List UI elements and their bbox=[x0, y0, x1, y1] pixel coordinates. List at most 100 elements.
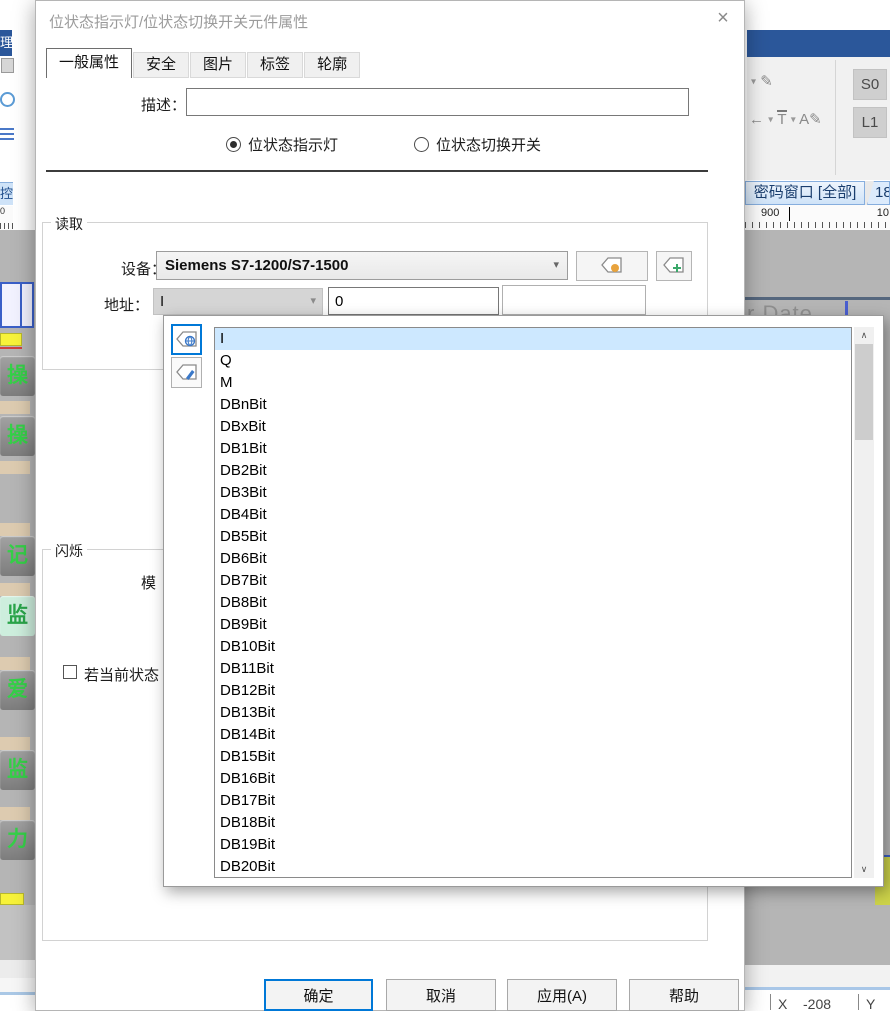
statusbar-fragment bbox=[745, 965, 890, 987]
read-groupbox-title: 读取 bbox=[51, 214, 87, 234]
cancel-button[interactable]: 取消 bbox=[386, 979, 496, 1011]
address-type-option[interactable]: DB18Bit bbox=[215, 812, 851, 834]
canvas-sliver bbox=[884, 315, 890, 887]
chevron-down-icon[interactable]: ▾ bbox=[791, 115, 796, 126]
address-type-option[interactable]: I bbox=[215, 328, 851, 350]
divider bbox=[0, 401, 30, 414]
hmi-button-fragment[interactable]: 监 bbox=[0, 750, 35, 790]
close-icon[interactable]: × bbox=[708, 3, 738, 33]
address-type-option[interactable]: DB3Bit bbox=[215, 482, 851, 504]
tab-security[interactable]: 安全 bbox=[133, 52, 189, 78]
help-button[interactable]: 帮助 bbox=[629, 979, 739, 1011]
address-type-option[interactable]: DB20Bit bbox=[215, 856, 851, 878]
ok-button[interactable]: 确定 bbox=[264, 979, 373, 1011]
radio-bit-switch[interactable]: 位状态切换开关 bbox=[414, 134, 541, 155]
address-type-option[interactable]: DB12Bit bbox=[215, 680, 851, 702]
scroll-down-icon[interactable]: ∨ bbox=[854, 861, 874, 878]
top-align-icon[interactable]: T bbox=[777, 110, 786, 126]
scroll-up-icon[interactable]: ∧ bbox=[854, 327, 874, 344]
apply-button[interactable]: 应用(A) bbox=[507, 979, 617, 1011]
tag-add-button[interactable] bbox=[656, 251, 692, 281]
address-type-option[interactable]: DB10Bit bbox=[215, 636, 851, 658]
state-s0-button[interactable]: S0 bbox=[853, 69, 887, 100]
address-type-option-label: DB20Bit bbox=[220, 858, 275, 875]
tag-edit-button[interactable] bbox=[171, 357, 202, 388]
address-type-option[interactable]: DB9Bit bbox=[215, 614, 851, 636]
font-edit-icon[interactable]: A bbox=[799, 111, 809, 128]
chevron-down-icon[interactable]: ▾ bbox=[310, 289, 316, 314]
address-type-option-label: DBxBit bbox=[220, 418, 266, 435]
ruler-ticks bbox=[745, 222, 890, 228]
toolbar-row-2: ← ▾ T ▾ A✎ bbox=[749, 110, 822, 128]
address-type-combobox[interactable]: I ▾ bbox=[153, 288, 323, 315]
address-type-option[interactable]: DB11Bit bbox=[215, 658, 851, 680]
tab-general[interactable]: 一般属性 bbox=[46, 48, 132, 78]
tab-fragment[interactable]: 控 bbox=[0, 182, 13, 205]
background-left-strip: 理 控 0 操 操 记 监 爱 监 力 bbox=[0, 0, 35, 1011]
address-type-option[interactable]: DB15Bit bbox=[215, 746, 851, 768]
yellow-shape-fragment bbox=[0, 893, 24, 905]
address-type-list[interactable]: IQMDBnBitDBxBitDB1BitDB2BitDB3BitDB4BitD… bbox=[214, 327, 852, 878]
language-l1-button[interactable]: L1 bbox=[853, 107, 887, 138]
address-type-option[interactable]: DB4Bit bbox=[215, 504, 851, 526]
address-extra-field[interactable] bbox=[502, 285, 646, 315]
device-combobox[interactable]: Siemens S7-1200/S7-1500 ▾ bbox=[156, 251, 568, 280]
address-type-option[interactable]: DB16Bit bbox=[215, 768, 851, 790]
address-type-option[interactable]: Q bbox=[215, 350, 851, 372]
toolbar-row-1: ▾ ✎ bbox=[751, 72, 773, 90]
statusbar-fragment bbox=[0, 995, 35, 1011]
tab-password-window[interactable]: 密码窗口 [全部] bbox=[745, 181, 865, 205]
hmi-button-fragment[interactable]: 力 bbox=[0, 820, 35, 860]
statusbar-fragment bbox=[0, 978, 35, 992]
address-type-option-label: DB12Bit bbox=[220, 682, 275, 699]
address-type-option[interactable]: M bbox=[215, 372, 851, 394]
hmi-button-fragment[interactable]: 操 bbox=[0, 416, 35, 456]
radio-bit-lamp[interactable]: 位状态指示灯 bbox=[226, 134, 338, 155]
description-input[interactable] bbox=[186, 88, 689, 116]
scrollbar-thumb[interactable] bbox=[855, 344, 873, 440]
flash-groupbox-title: 闪烁 bbox=[51, 541, 87, 561]
chevron-down-icon[interactable]: ▾ bbox=[553, 252, 559, 279]
pencil-icon: ✎ bbox=[809, 111, 822, 128]
chevron-down-icon[interactable]: ▾ bbox=[768, 115, 773, 126]
address-type-option-label: DB11Bit bbox=[220, 660, 274, 677]
tag-manage-button[interactable] bbox=[576, 251, 648, 281]
ruler-ticks bbox=[0, 223, 13, 229]
address-type-option[interactable]: DB13Bit bbox=[215, 702, 851, 724]
address-type-option-label: DB6Bit bbox=[220, 550, 267, 567]
address-type-option[interactable]: DB14Bit bbox=[215, 724, 851, 746]
tab-profile[interactable]: 轮廓 bbox=[304, 52, 360, 78]
tab-label[interactable]: 标签 bbox=[247, 52, 303, 78]
divider bbox=[0, 807, 30, 820]
hmi-button-fragment[interactable]: 爱 bbox=[0, 670, 35, 710]
format-brush-icon[interactable]: ✎ bbox=[760, 73, 773, 90]
address-type-option-label: DB18Bit bbox=[220, 814, 275, 831]
address-type-option[interactable]: DB2Bit bbox=[215, 460, 851, 482]
tab-picture[interactable]: 图片 bbox=[190, 52, 246, 78]
address-type-option[interactable]: DBnBit bbox=[215, 394, 851, 416]
chevron-down-icon[interactable]: ▾ bbox=[751, 77, 756, 88]
red-line-fragment bbox=[0, 347, 22, 349]
address-type-option[interactable]: DB1Bit bbox=[215, 438, 851, 460]
hmi-button-fragment[interactable]: 操 bbox=[0, 356, 35, 396]
scrollbar-vertical[interactable]: ∧ ∨ bbox=[854, 327, 874, 878]
flash-checkbox[interactable] bbox=[63, 665, 77, 679]
address-type-option-label: DB15Bit bbox=[220, 748, 275, 765]
address-type-option-label: DB16Bit bbox=[220, 770, 275, 787]
address-type-option[interactable]: DB7Bit bbox=[215, 570, 851, 592]
address-type-option[interactable]: DBxBit bbox=[215, 416, 851, 438]
address-offset-input[interactable] bbox=[328, 287, 499, 315]
address-type-option[interactable]: DB6Bit bbox=[215, 548, 851, 570]
address-type-option[interactable]: DB19Bit bbox=[215, 834, 851, 856]
address-type-option[interactable]: DB17Bit bbox=[215, 790, 851, 812]
address-type-option[interactable]: DB8Bit bbox=[215, 592, 851, 614]
arrow-left-icon[interactable]: ← bbox=[749, 111, 764, 128]
address-type-option-label: DB1Bit bbox=[220, 440, 267, 457]
tag-plus-icon bbox=[662, 256, 686, 276]
hmi-button-fragment[interactable]: 记 bbox=[0, 536, 35, 576]
status-x-label: X bbox=[778, 996, 787, 1011]
tag-browse-button[interactable] bbox=[171, 324, 202, 355]
toolbar-divider bbox=[835, 60, 836, 175]
address-type-option[interactable]: DB5Bit bbox=[215, 526, 851, 548]
hmi-button-fragment[interactable]: 监 bbox=[0, 596, 35, 636]
